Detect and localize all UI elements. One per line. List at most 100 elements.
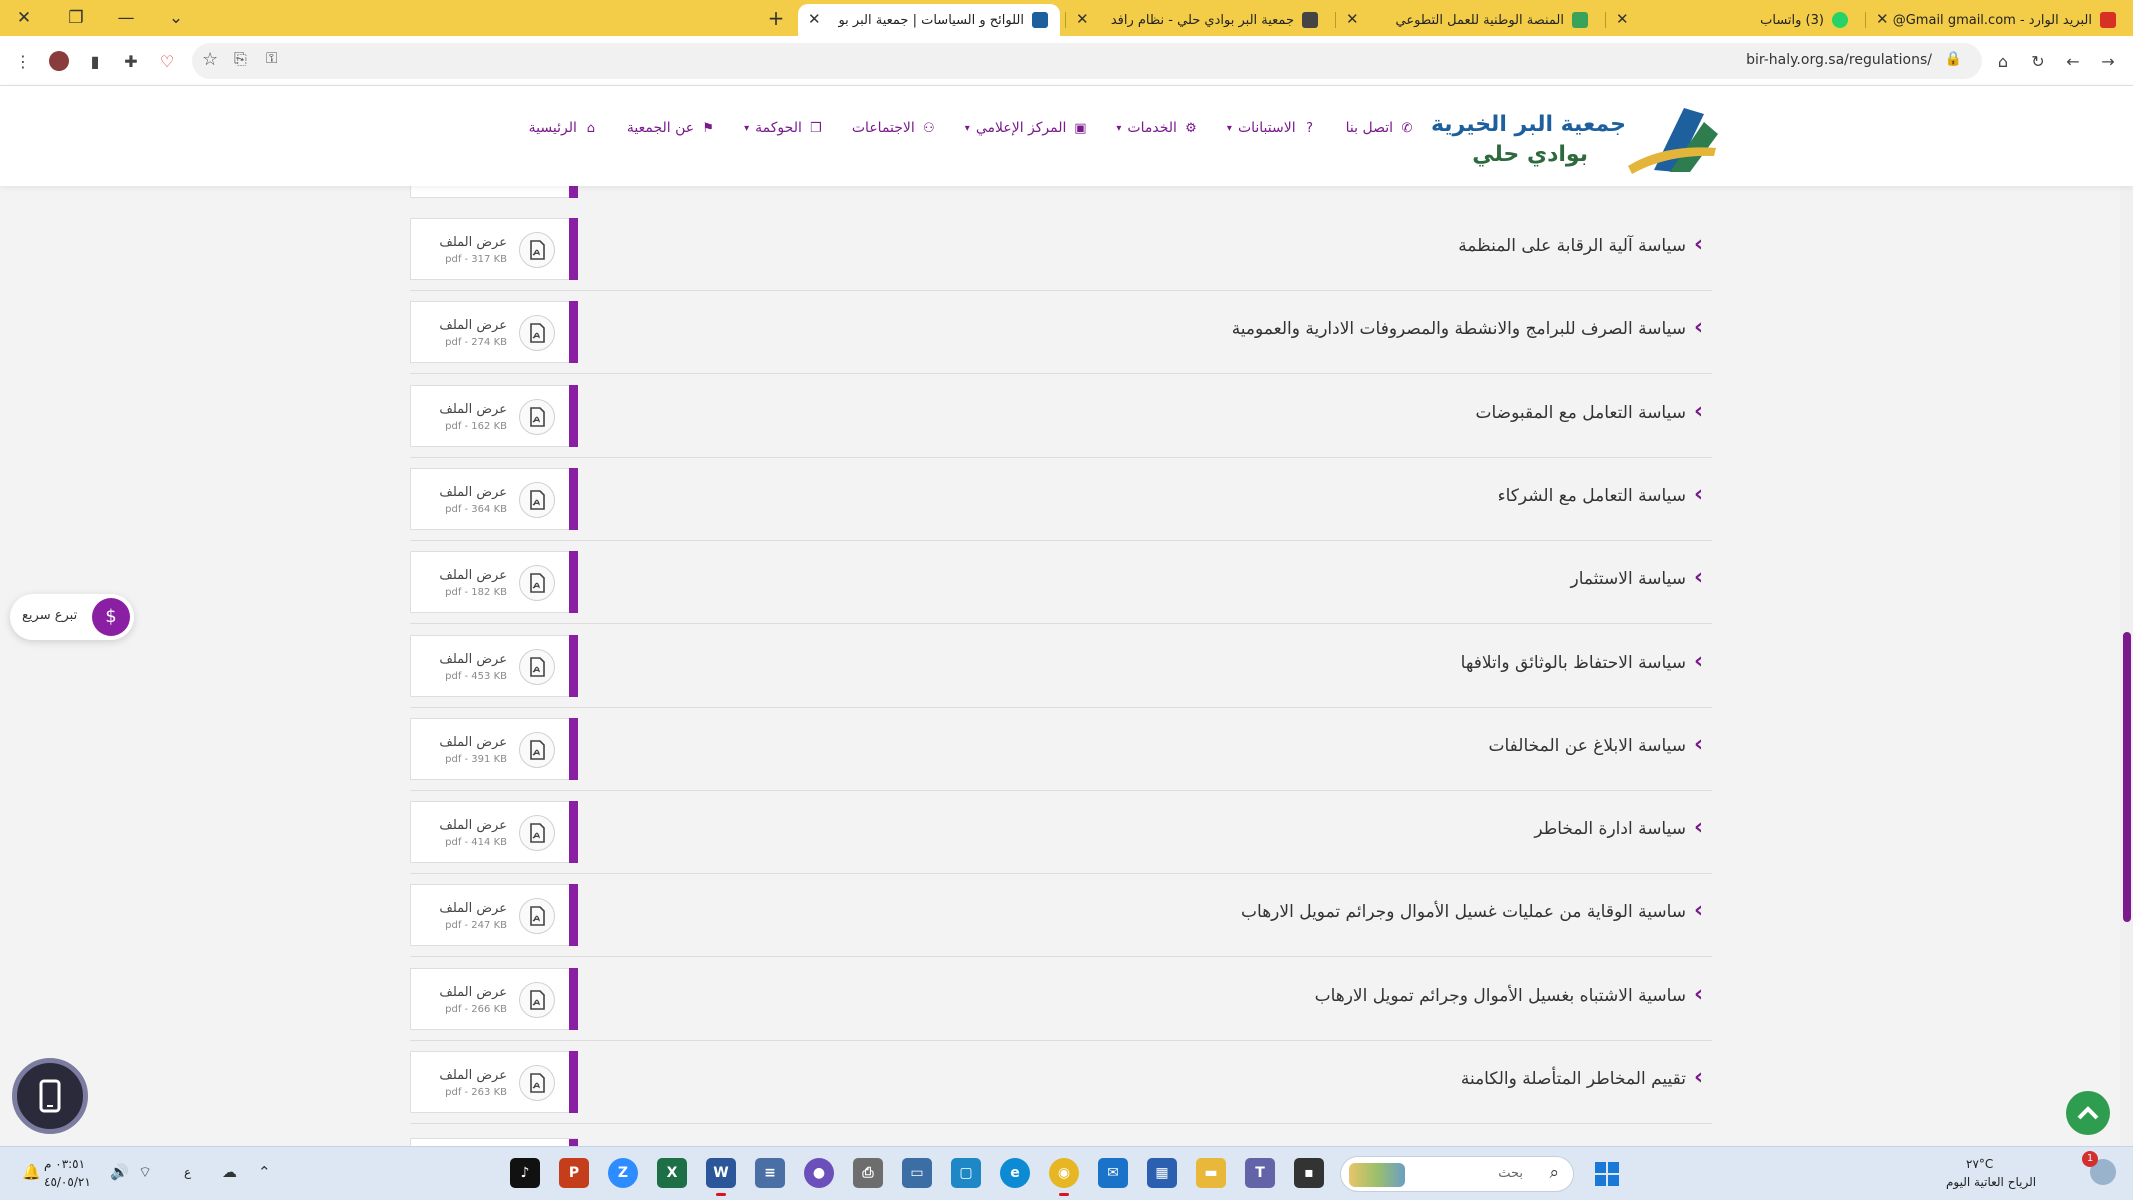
regulation-row[interactable]: ‹ سياسة التعامل مع المقبوضات عرض الملف pdf … [410,375,1712,458]
chrome-browser-icon[interactable]: ◉ [1049,1158,1079,1196]
excel-app-icon[interactable]: X [657,1158,687,1188]
regulation-row[interactable]: ‹ سياسة الابلاغ عن المخالفات عرض الملف pdf … [410,708,1712,791]
regulation-row[interactable]: ‹ سياسة آلية الرقابة على المنظمة عرض الملف… [410,208,1712,291]
view-file-button[interactable]: عرض الملف pdf - 263 KB [410,1051,578,1113]
nav-surveys[interactable]: ? الاستبانات ▾ [1227,120,1318,136]
tab-regulations[interactable]: اللوائح و السياسات | جمعية البر بو ✕ [798,4,1060,36]
quick-donate-button[interactable]: تبرع سريع $ [10,594,134,640]
media-app-icon[interactable]: ● [804,1158,834,1188]
regulation-row[interactable]: ‹ سياسة الصرف للبرامج والانشطة والمصروفات… [410,291,1712,374]
menu-dots-icon[interactable]: ⋮ [10,48,36,74]
minimize-window-icon[interactable]: — [102,0,150,36]
close-tab-icon[interactable]: ✕ [1876,10,1889,28]
taskbar-search-box[interactable]: بحث ⌕ [1340,1156,1574,1192]
regulation-title[interactable]: تقييم المخاطر المتأصلة والكامنة [1461,1069,1686,1089]
clock-date[interactable]: ٤٥/٠٥/٢١ [44,1175,91,1189]
file-box-partial[interactable] [410,186,578,198]
mobile-app-button[interactable] [12,1058,88,1134]
regulation-row[interactable]: ‹ سياسة الاحتفاظ بالوثائق واتلافها عرض الم… [410,625,1712,708]
site-logo[interactable]: جمعية البر الخيرية بوادي حلي [1431,94,1720,178]
extensions-icon[interactable]: ✚ [118,48,144,74]
back-to-top-button[interactable] [2066,1091,2110,1135]
nav-media-center[interactable]: ▣ المركز الإعلامي ▾ [965,120,1089,136]
powerpoint-app-icon[interactable]: P [559,1158,589,1188]
weather-description[interactable]: الرياح العاتية اليوم [1946,1175,2036,1189]
view-file-button[interactable]: عرض الملف pdf - 414 KB [410,801,578,863]
edge-browser-icon[interactable]: e [1000,1158,1030,1188]
nav-contact[interactable]: ✆ اتصل بنا [1346,120,1415,136]
regulation-title[interactable]: سياسة التعامل مع المقبوضات [1475,403,1686,423]
regulation-row[interactable]: ‹ ساسية الاشتباه بغسيل الأموال وجرائم تمو… [410,958,1712,1041]
regulation-title[interactable]: ساسية الاشتباه بغسيل الأموال وجرائم تموي… [1315,986,1686,1006]
restore-window-icon[interactable]: ❐ [52,0,100,36]
teams-app-icon[interactable]: T [1245,1158,1275,1188]
tab-search-chevron-icon[interactable]: ⌄ [152,0,200,36]
back-arrow-icon[interactable]: ← [2060,48,2086,74]
zoom-app-icon[interactable]: Z [608,1158,638,1188]
regulation-row[interactable]: ‹ سياسة ادارة المخاطر عرض الملف pdf - 414 K… [410,791,1712,874]
forward-arrow-icon[interactable]: → [2095,48,2121,74]
view-file-button[interactable]: عرض الملف pdf - 162 KB [410,385,578,447]
printer-app-icon[interactable]: ⎙ [853,1158,883,1188]
tiktok-app-icon[interactable]: ♪ [510,1158,540,1188]
regulation-title[interactable]: سياسة الاحتفاظ بالوثائق واتلافها [1461,653,1686,673]
view-file-button[interactable]: عرض الملف pdf - 247 KB [410,884,578,946]
close-window-icon[interactable]: ✕ [0,0,48,36]
windows-start-icon[interactable] [1595,1162,1619,1186]
regulation-title[interactable]: سياسة الاستثمار [1571,569,1686,589]
nav-home[interactable]: ⌂ الرئيسية [529,120,599,136]
url-text[interactable]: bir-haly.org.sa/regulations/ [1746,52,1932,68]
regulation-row[interactable]: ‹ سياسة الاستثمار عرض الملف pdf - 182 KB [410,541,1712,624]
view-file-button[interactable]: عرض الملف pdf - 391 KB [410,718,578,780]
new-tab-button[interactable]: + [762,4,790,32]
mail-app-icon[interactable]: ✉ [1098,1158,1128,1188]
regulation-row[interactable]: ‹ سياسة التعامل مع الشركاء عرض الملف pdf - … [410,458,1712,541]
view-file-button[interactable]: عرض الملف pdf - 266 KB [410,968,578,1030]
home-icon[interactable]: ⌂ [1990,48,2016,74]
profile-avatar-icon[interactable] [46,48,72,74]
tab-gmail[interactable]: البريد الوارد - Gmail gmail.com@ ✕ [1865,4,2128,36]
tab-rafed[interactable]: جمعية البر بوادي حلي - نظام رافد ✕ [1065,4,1330,36]
tab-volunteer[interactable]: المنصة الوطنية للعمل التطوعي ✕ [1335,4,1600,36]
nav-services[interactable]: ⚙ الخدمات ▾ [1116,120,1199,136]
regulation-title[interactable]: سياسة الصرف للبرامج والانشطة والمصروفات … [1232,319,1686,339]
shield-extension-icon[interactable]: ♡ [154,48,180,74]
store-app-icon[interactable]: ▦ [1147,1158,1177,1188]
regulation-title[interactable]: سياسة التعامل مع الشركاء [1498,486,1686,506]
view-file-button[interactable]: عرض الملف pdf - 274 KB [410,301,578,363]
weather-temp[interactable]: ٢٧°C [1966,1157,1993,1171]
tab-whatsapp[interactable]: (3) واتساب ✕ [1605,4,1860,36]
wifi-icon[interactable]: ⌔ [138,1163,152,1182]
clock-time[interactable]: ٠٣:٥١ م [44,1157,85,1171]
share-icon[interactable]: ⎘ [234,49,247,69]
file-explorer-icon[interactable]: ▬ [1196,1158,1226,1188]
view-file-button[interactable]: عرض الملف pdf - 364 KB [410,468,578,530]
regulation-title[interactable]: سياسة آلية الرقابة على المنظمة [1458,236,1686,256]
close-tab-icon[interactable]: ✕ [1616,10,1629,28]
monitor-app-icon[interactable]: ▢ [951,1158,981,1188]
view-file-button[interactable]: عرض الملف pdf - 453 KB [410,635,578,697]
regulation-title[interactable]: سياسة ادارة المخاطر [1534,819,1686,839]
reload-icon[interactable]: ↻ [2025,48,2051,74]
nav-about[interactable]: ⚑ عن الجمعية [627,120,716,136]
regulation-title[interactable]: ساسية الوقاية من عمليات غسيل الأموال وجر… [1241,902,1686,922]
regulation-row[interactable]: ‹ تقييم المخاطر المتأصلة والكامنة عرض المل… [410,1041,1712,1124]
nav-meetings[interactable]: ⚇ الاجتماعات [852,120,937,136]
notepad-app-icon[interactable]: ≡ [755,1158,785,1188]
regulation-title[interactable]: سياسة الابلاغ عن المخالفات [1489,736,1687,756]
bookmark-star-icon[interactable]: ☆ [202,49,218,70]
close-tab-icon[interactable]: ✕ [1076,10,1089,28]
volume-icon[interactable]: 🔊 [110,1163,129,1181]
side-panel-icon[interactable]: ▮ [82,48,108,74]
lock-icon[interactable]: 🔒 [1945,51,1962,67]
view-file-button[interactable]: عرض الملف pdf - 317 KB [410,218,578,280]
terminal-app-icon[interactable]: ▪ [1294,1158,1324,1188]
input-language[interactable]: ع [184,1165,191,1179]
address-bar[interactable]: ☆ ⎘ ⚿ bir-haly.org.sa/regulations/ 🔒 [192,43,1982,79]
file-box-partial[interactable] [410,1138,578,1146]
password-key-icon[interactable]: ⚿ [266,49,277,67]
notification-bell-icon[interactable]: 🔔 [22,1163,41,1181]
close-tab-icon[interactable]: ✕ [1346,10,1359,28]
word-app-icon[interactable]: W [706,1158,736,1196]
onedrive-icon[interactable]: ☁ [222,1163,237,1181]
